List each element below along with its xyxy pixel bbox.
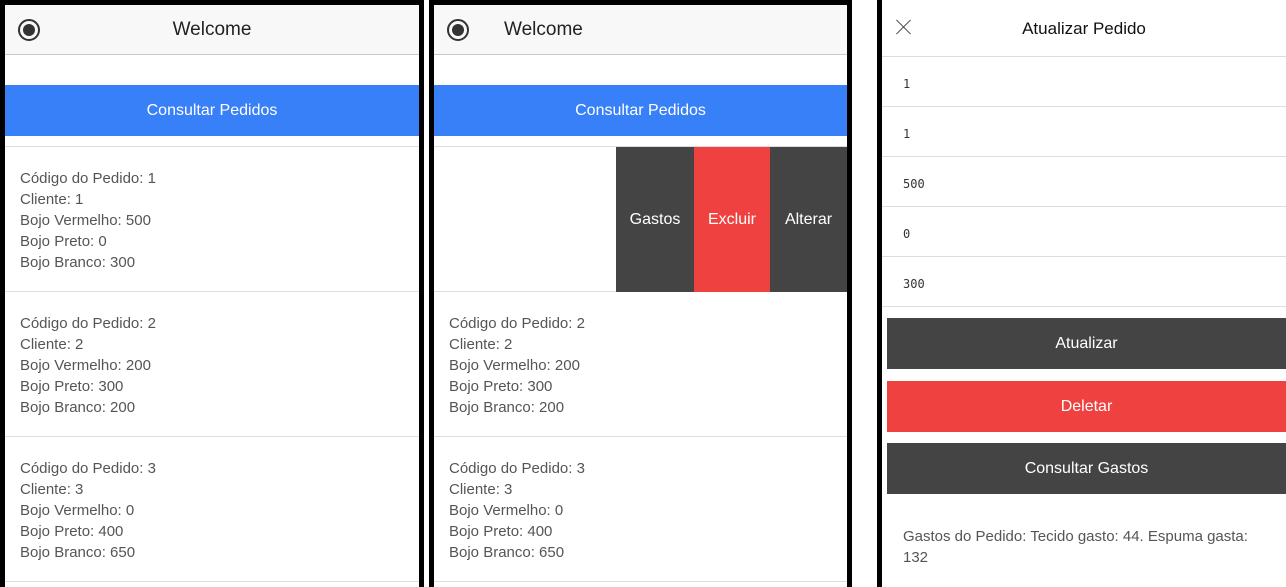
bojo-branco-input[interactable] <box>903 257 1263 311</box>
excluir-option-button[interactable]: Excluir <box>694 147 770 292</box>
gastos-result-text: Gastos do Pedido: Tecido gasto: 44. Espu… <box>903 528 1248 566</box>
screen-orders-swipe: Welcome Consultar Pedidos Gastos Excluir… <box>429 0 852 587</box>
order-client: Cliente: 2 <box>449 336 513 353</box>
order-code: Código do Pedido: 1 <box>20 170 156 187</box>
sliding-item[interactable]: Gastos Excluir Alterar <box>434 147 847 292</box>
consultar-pedidos-button[interactable]: Consultar Pedidos <box>434 85 847 136</box>
order-red: Bojo Vermelho: 0 <box>20 502 135 519</box>
order-client: Cliente: 3 <box>449 481 513 498</box>
screen-orders-list: Welcome Consultar Pedidos Código do Pedi… <box>0 0 424 587</box>
codigo-input[interactable] <box>903 57 1263 111</box>
codigo-field[interactable] <box>882 57 1286 111</box>
order-white: Bojo Branco: 200 <box>449 399 565 416</box>
order-white: Bojo Branco: 300 <box>20 254 136 271</box>
bojo-vermelho-field[interactable] <box>882 157 1286 211</box>
order-red: Bojo Vermelho: 200 <box>449 357 580 374</box>
cliente-input[interactable] <box>903 107 1263 161</box>
order-code: Código do Pedido: 3 <box>20 460 156 477</box>
orders-list: Código do Pedido: 1 Cliente: 1 Bojo Verm… <box>5 146 419 582</box>
order-code: Código do Pedido: 3 <box>449 460 585 477</box>
screen-update-order: Atualizar Pedido Atualizar Deletar Consu… <box>877 0 1286 587</box>
deletar-button[interactable]: Deletar <box>887 381 1286 432</box>
bojo-preto-field[interactable] <box>882 207 1286 261</box>
alterar-option-button[interactable]: Alterar <box>770 147 847 292</box>
toolbar: Welcome <box>5 5 419 55</box>
page-title: Welcome <box>172 19 252 40</box>
list-item[interactable]: Código do Pedido: 1 Cliente: 1 Bojo Verm… <box>5 147 419 292</box>
order-white: Bojo Branco: 650 <box>449 544 565 561</box>
list-item[interactable]: Código do Pedido: 2 Cliente: 2 Bojo Verm… <box>434 292 847 437</box>
bojo-branco-field[interactable] <box>882 257 1286 311</box>
order-black: Bojo Preto: 300 <box>449 378 553 395</box>
consultar-pedidos-button[interactable]: Consultar Pedidos <box>5 85 419 136</box>
atualizar-button[interactable]: Atualizar <box>887 318 1286 369</box>
page-title: Welcome <box>504 19 583 40</box>
order-client: Cliente: 3 <box>20 481 84 498</box>
list-item[interactable]: Código do Pedido: 2 Cliente: 2 Bojo Verm… <box>5 292 419 437</box>
cliente-field[interactable] <box>882 107 1286 161</box>
order-black: Bojo Preto: 400 <box>449 523 553 540</box>
order-white: Bojo Branco: 650 <box>20 544 136 561</box>
modal-toolbar: Atualizar Pedido <box>882 0 1286 57</box>
gastos-option-button[interactable]: Gastos <box>616 147 694 292</box>
order-client: Cliente: 1 <box>20 191 84 208</box>
order-red: Bojo Vermelho: 200 <box>20 357 151 374</box>
order-black: Bojo Preto: 300 <box>20 378 124 395</box>
orders-list: Gastos Excluir Alterar Código do Pedido:… <box>434 146 847 582</box>
consultar-gastos-button[interactable]: Consultar Gastos <box>887 443 1286 494</box>
toolbar: Welcome <box>434 5 847 55</box>
list-item[interactable]: Código do Pedido: 3 Cliente: 3 Bojo Verm… <box>5 437 419 582</box>
order-black: Bojo Preto: 0 <box>20 233 107 250</box>
order-code: Código do Pedido: 2 <box>20 315 156 332</box>
bojo-vermelho-input[interactable] <box>903 157 1263 211</box>
page-title: Atualizar Pedido <box>1022 19 1146 38</box>
order-code: Código do Pedido: 2 <box>449 315 585 332</box>
order-white: Bojo Branco: 200 <box>20 399 136 416</box>
list-item[interactable]: Código do Pedido: 3 Cliente: 3 Bojo Verm… <box>434 437 847 582</box>
order-client: Cliente: 2 <box>20 336 84 353</box>
bojo-preto-input[interactable] <box>903 207 1263 261</box>
order-red: Bojo Vermelho: 500 <box>20 212 151 229</box>
order-red: Bojo Vermelho: 0 <box>449 502 564 519</box>
order-black: Bojo Preto: 400 <box>20 523 124 540</box>
item-options: Gastos Excluir Alterar <box>616 147 847 292</box>
